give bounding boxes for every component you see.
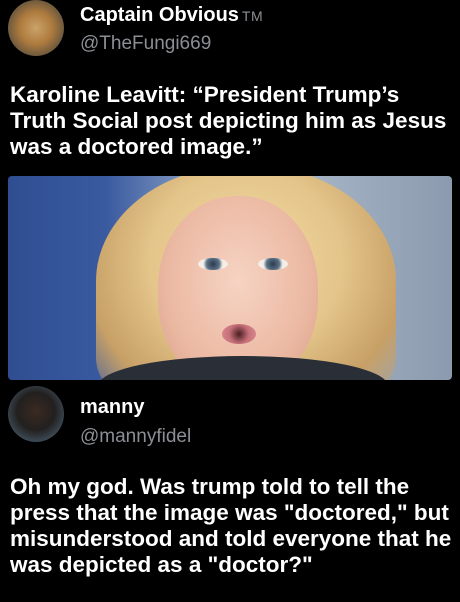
post-photo[interactable] xyxy=(8,176,452,380)
display-name-text: Captain Obvious xyxy=(80,4,239,26)
avatar-cat[interactable] xyxy=(8,0,64,56)
post-manny: manny @mannyfidel Oh my god. Was trump t… xyxy=(0,386,460,577)
trademark-suffix: TM xyxy=(241,8,264,24)
photo-eye-right xyxy=(258,258,288,270)
user-handle[interactable]: @TheFungi669 xyxy=(80,33,211,55)
post-captain-obvious: Captain Obvious TM @TheFungi669 Karoline … xyxy=(0,0,460,380)
display-name[interactable]: Captain Obvious TM xyxy=(80,4,263,27)
user-handle[interactable]: @mannyfidel xyxy=(80,426,191,448)
post-text: Oh my god. Was trump told to tell the pr… xyxy=(10,474,452,577)
avatar-person[interactable] xyxy=(8,386,64,442)
photo-mouth xyxy=(222,324,256,344)
post-author: Captain Obvious TM @TheFungi669 xyxy=(0,0,460,64)
photo-eye-left xyxy=(198,258,228,270)
post-author: manny @mannyfidel xyxy=(0,386,460,450)
photo-face xyxy=(158,196,318,380)
post-text: Karoline Leavitt: “President Trump’s Tru… xyxy=(10,82,447,159)
display-name[interactable]: manny xyxy=(80,396,144,419)
